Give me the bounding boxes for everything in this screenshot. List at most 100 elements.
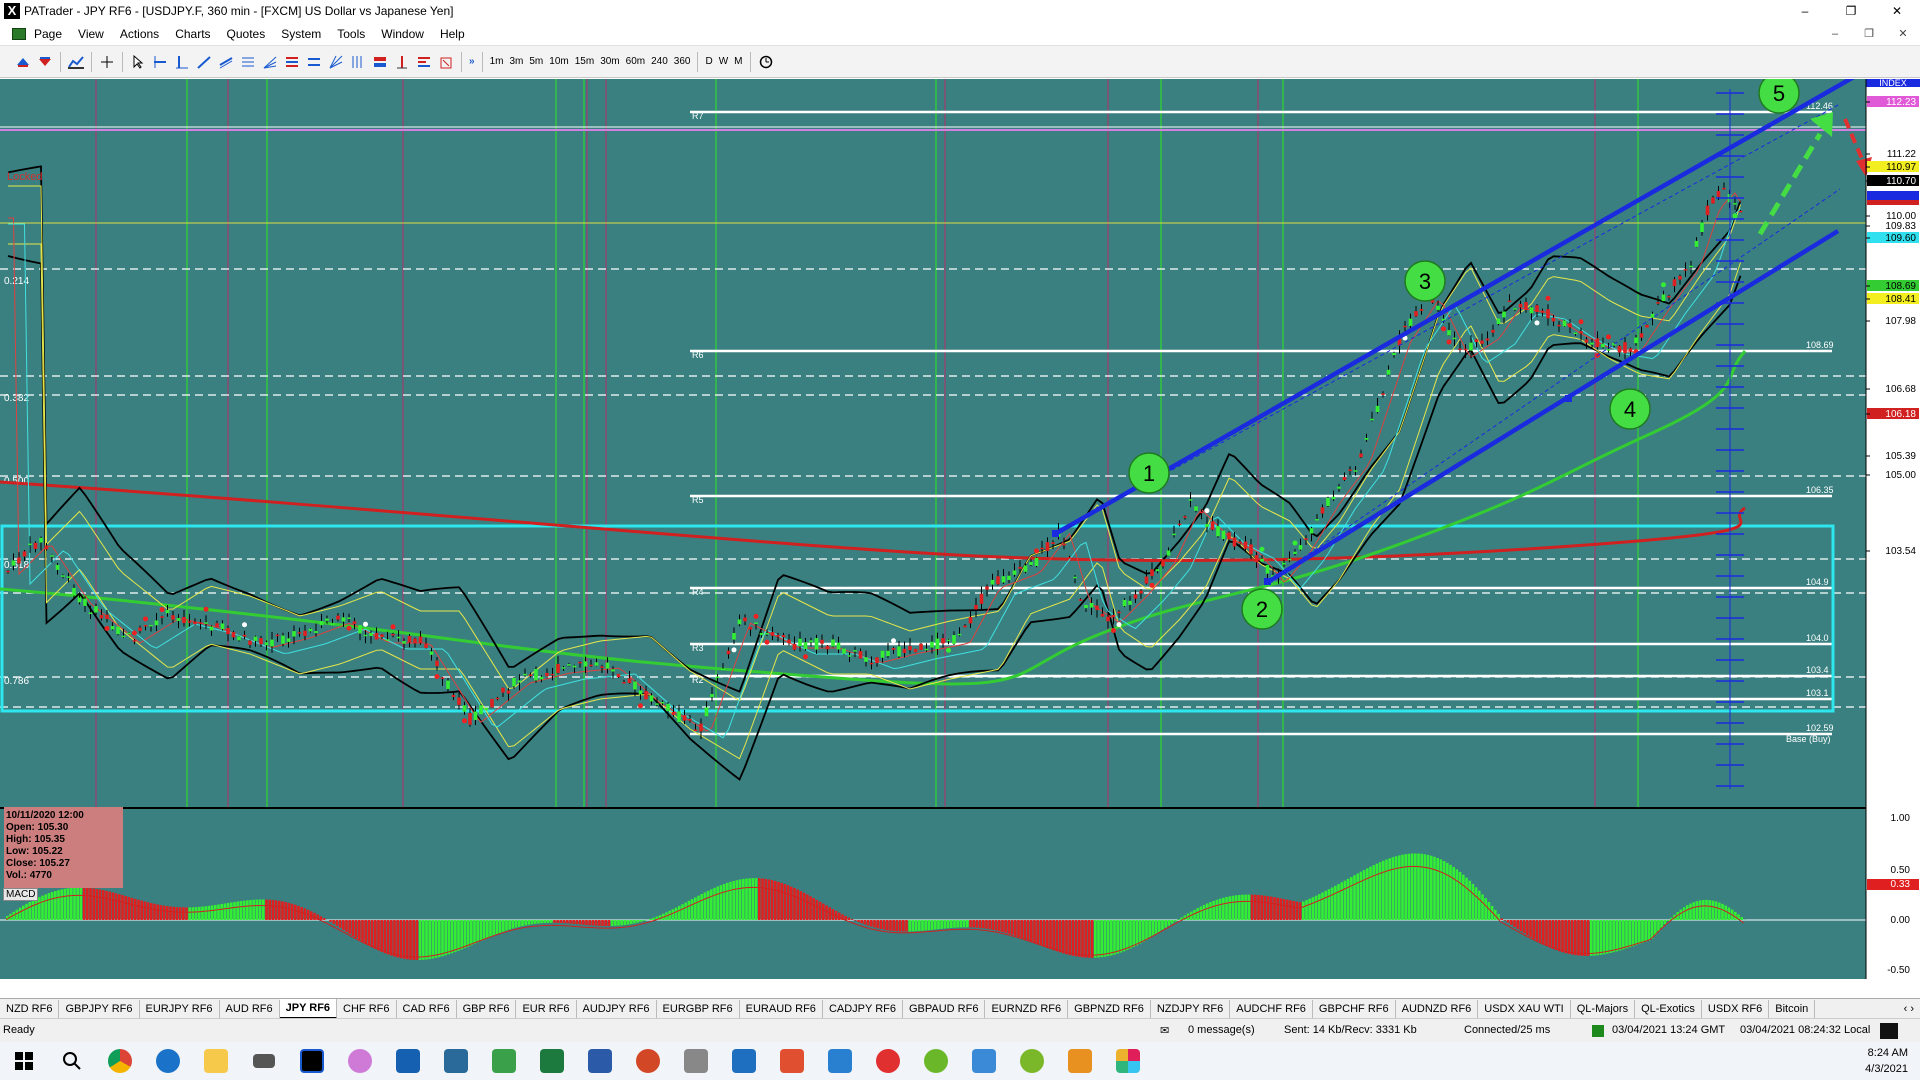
clock-icon[interactable] (756, 52, 776, 72)
mdi-restore-button[interactable]: ❐ (1852, 22, 1886, 46)
pointer-icon[interactable] (128, 52, 148, 72)
chart-tab[interactable]: GBPCHF RF6 (1313, 999, 1396, 1018)
chart-tab[interactable]: EURGBP RF6 (657, 999, 740, 1018)
chart-tab[interactable]: AUDCHF RF6 (1230, 999, 1313, 1018)
slack-icon[interactable] (1104, 1042, 1152, 1080)
w-app-icon[interactable] (1008, 1042, 1056, 1080)
chart-tab[interactable]: QL-Majors (1571, 999, 1636, 1018)
chart-type-icon[interactable] (66, 52, 86, 72)
timeframe-weekly[interactable]: W (716, 52, 731, 72)
menu-quotes[interactable]: Quotes (219, 22, 274, 46)
trend-line-icon[interactable] (194, 52, 214, 72)
menu-tools[interactable]: Tools (329, 22, 373, 46)
calculator-icon[interactable] (432, 1042, 480, 1080)
remote-desktop-icon[interactable] (816, 1042, 864, 1080)
s-app-red-icon[interactable] (768, 1042, 816, 1080)
chart-tab[interactable]: JPY RF6 (279, 999, 338, 1018)
fibonacci-icon[interactable] (238, 52, 258, 72)
word-icon[interactable] (576, 1042, 624, 1080)
timeframe-1m[interactable]: 1m (487, 52, 507, 72)
timeframe-240[interactable]: 240 (648, 52, 671, 72)
chart-tab[interactable]: EURAUD RF6 (740, 999, 823, 1018)
file-explorer-icon[interactable] (192, 1042, 240, 1080)
pen-tool-icon[interactable] (240, 1042, 288, 1080)
taskbar-clock[interactable]: 8:24 AM 4/3/2021 (1865, 1045, 1908, 1077)
timeframe-5m[interactable]: 5m (526, 52, 546, 72)
chart-tab[interactable]: USDX XAU WTI (1478, 999, 1571, 1018)
menu-system[interactable]: System (273, 22, 329, 46)
menu-page[interactable]: Page (26, 22, 70, 46)
chart-tab[interactable]: GBPAUD RF6 (903, 999, 986, 1018)
channel-icon[interactable] (216, 52, 236, 72)
edge-icon[interactable] (144, 1042, 192, 1080)
chart-tab[interactable]: USDX RF6 (1702, 999, 1770, 1018)
time-marker-icon[interactable] (392, 52, 412, 72)
maximize-button[interactable]: ❐ (1828, 0, 1874, 22)
excel-icon[interactable] (528, 1042, 576, 1080)
tab-scroll-arrows[interactable]: ‹ › (1904, 1003, 1920, 1015)
spreadsheet-app-icon[interactable] (480, 1042, 528, 1080)
rdp-icon[interactable] (960, 1042, 1008, 1080)
timeframe-360[interactable]: 360 (671, 52, 694, 72)
timeframe-daily[interactable]: D (702, 52, 715, 72)
chart-tab[interactable]: AUDJPY RF6 (577, 999, 657, 1018)
menu-help[interactable]: Help (432, 22, 473, 46)
timeframe-30m[interactable]: 30m (597, 52, 622, 72)
chart-tab[interactable]: Bitcoin (1769, 999, 1816, 1018)
chart-tab[interactable]: NZD RF6 (0, 999, 60, 1018)
buy-icon[interactable] (13, 52, 33, 72)
minimize-button[interactable]: – (1782, 0, 1828, 22)
mdi-minimize-button[interactable]: – (1818, 22, 1852, 46)
sell-icon[interactable] (35, 52, 55, 72)
zones-icon[interactable] (370, 52, 390, 72)
timeframe-monthly[interactable]: M (731, 52, 745, 72)
bird-app-icon[interactable] (864, 1042, 912, 1080)
chart-tab[interactable]: EURJPY RF6 (140, 999, 220, 1018)
n-app-icon[interactable] (912, 1042, 960, 1080)
chart-tab[interactable]: QL-Exotics (1635, 999, 1702, 1018)
timeframe-60m[interactable]: 60m (623, 52, 648, 72)
chart-tab[interactable]: GBPNZD RF6 (1068, 999, 1151, 1018)
menu-view[interactable]: View (70, 22, 112, 46)
menu-actions[interactable]: Actions (112, 22, 167, 46)
mdi-close-button[interactable]: ✕ (1886, 22, 1920, 46)
vertical-line-icon[interactable] (172, 52, 192, 72)
more-tools-button[interactable]: » (466, 52, 478, 72)
chart-tab[interactable]: NZDJPY RF6 (1151, 999, 1231, 1018)
orange-app-icon[interactable] (1056, 1042, 1104, 1080)
pivot-icon[interactable] (282, 52, 302, 72)
chart-tab[interactable]: CHF RF6 (337, 999, 397, 1018)
windows-start-icon[interactable] (0, 1042, 48, 1080)
fib-fan-icon[interactable] (260, 52, 280, 72)
search-icon[interactable] (48, 1042, 96, 1080)
status-messages[interactable]: 0 message(s) (1188, 1024, 1255, 1036)
tray-app-icon[interactable] (1880, 1023, 1898, 1039)
outlook-icon[interactable] (384, 1042, 432, 1080)
chart-area[interactable]: INDEX R7 R6 R5 R4 R3 R2 112.46 108.69 10… (0, 79, 1920, 979)
chrome-icon[interactable] (96, 1042, 144, 1080)
s-app-icon[interactable] (720, 1042, 768, 1080)
menu-window[interactable]: Window (373, 22, 432, 46)
chart-tab[interactable]: EURNZD RF6 (985, 999, 1069, 1018)
chart-tab[interactable]: GBPJPY RF6 (59, 999, 140, 1018)
chart-tab[interactable]: EUR RF6 (516, 999, 577, 1018)
timeframe-15m[interactable]: 15m (572, 52, 597, 72)
gann-icon[interactable] (326, 52, 346, 72)
patrader-taskbar-icon[interactable] (288, 1042, 336, 1080)
chart-tab[interactable]: CAD RF6 (397, 999, 457, 1018)
horizontal-line-icon[interactable] (150, 52, 170, 72)
chart-tab[interactable]: CADJPY RF6 (823, 999, 903, 1018)
menu-charts[interactable]: Charts (167, 22, 218, 46)
crosshair-icon[interactable] (97, 52, 117, 72)
close-button[interactable]: ✕ (1874, 0, 1920, 22)
price-chart[interactable]: INDEX R7 R6 R5 R4 R3 R2 112.46 108.69 10… (0, 79, 1920, 979)
media-app-icon[interactable] (672, 1042, 720, 1080)
timeframe-10m[interactable]: 10m (546, 52, 571, 72)
chart-tab[interactable]: AUDNZD RF6 (1396, 999, 1479, 1018)
chart-tab[interactable]: AUD RF6 (220, 999, 280, 1018)
alert-lines-icon[interactable] (414, 52, 434, 72)
powerpoint-icon[interactable] (624, 1042, 672, 1080)
levels-icon[interactable] (304, 52, 324, 72)
delete-objects-icon[interactable] (436, 52, 456, 72)
message-icon[interactable]: ✉ (1160, 1024, 1169, 1037)
